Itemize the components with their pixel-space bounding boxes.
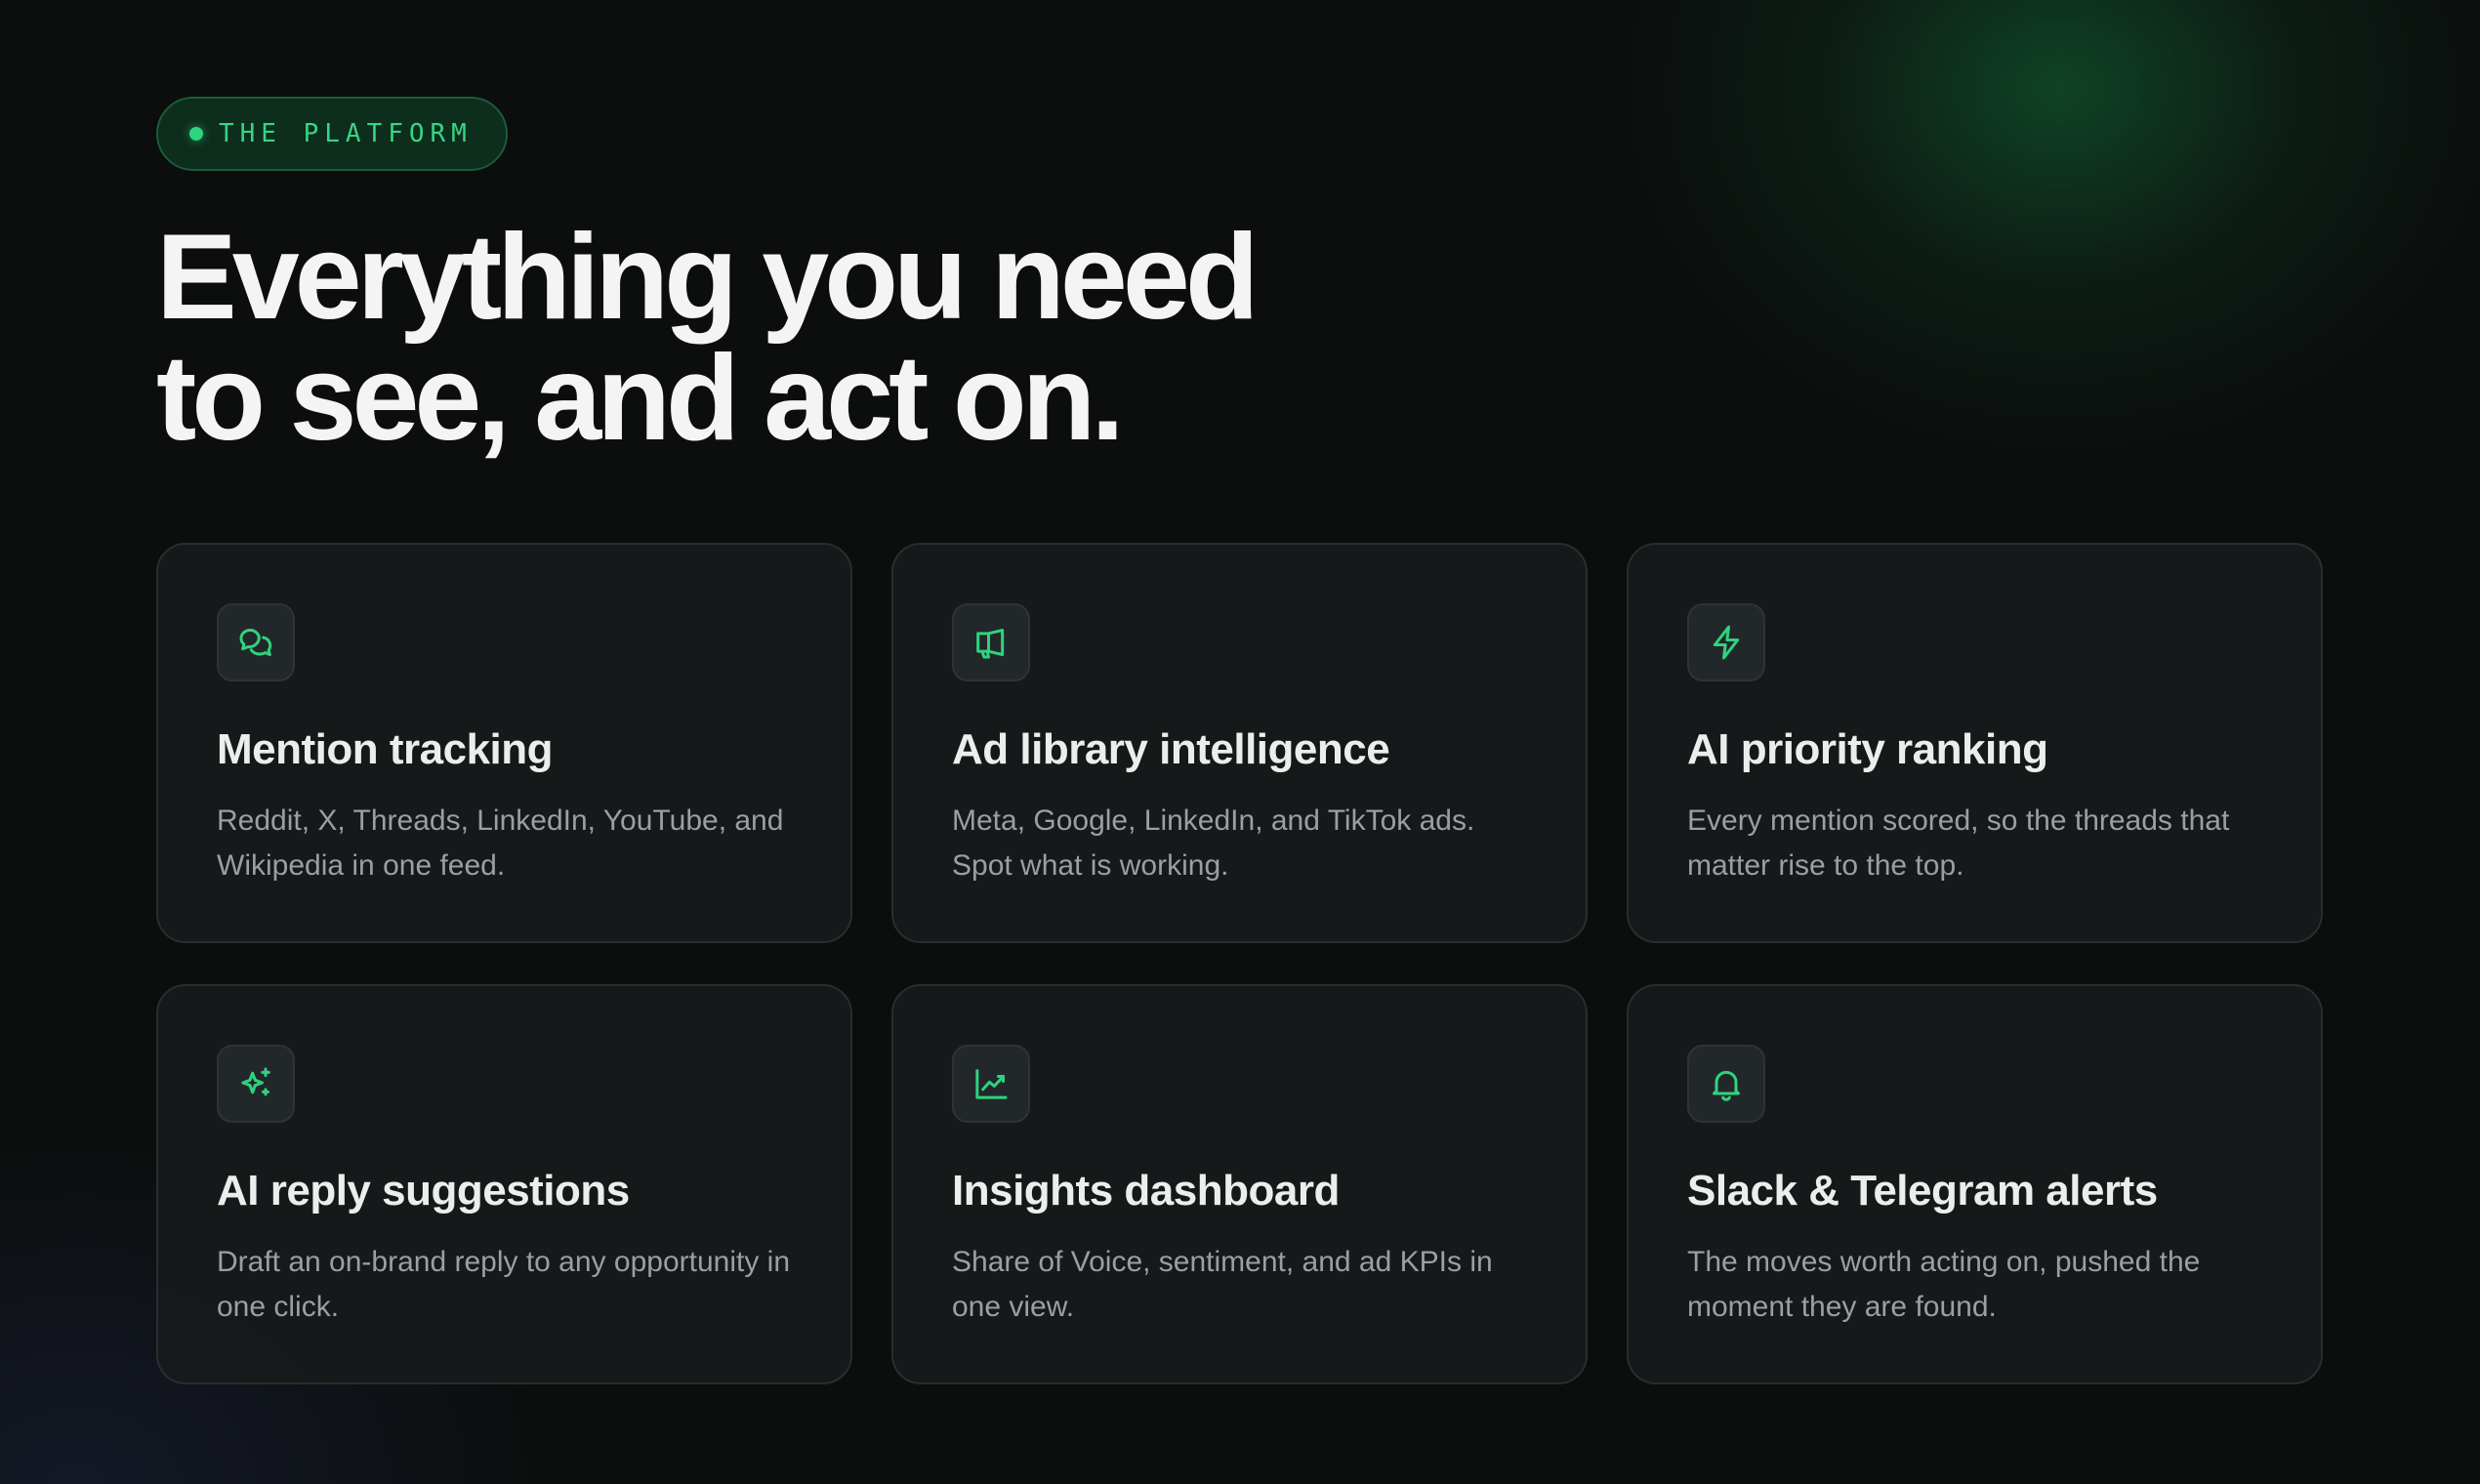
feature-description: Every mention scored, so the threads tha… (1687, 804, 2230, 882)
feature-card-ad-library: Ad library intelligence Meta, Google, Li… (891, 543, 1588, 943)
feature-card-alerts: Slack & Telegram alerts The moves worth … (1627, 984, 2323, 1384)
headline-line-1: Everything you need (156, 210, 1260, 345)
feature-card-priority-ranking: AI priority ranking Every mention scored… (1627, 543, 2323, 943)
feature-card-reply-suggestions: AI reply suggestions Draft an on-brand r… (156, 984, 852, 1384)
platform-section: THE PLATFORM Everything you need to see,… (0, 0, 2480, 1484)
feature-description: Share of Voice, sentiment, and ad KPIs i… (952, 1246, 1493, 1323)
feature-card-insights-dashboard: Insights dashboard Share of Voice, senti… (891, 984, 1588, 1384)
feature-title: Ad library intelligence (952, 725, 1390, 773)
trend-chart-icon (952, 1045, 1030, 1123)
feature-card-mention-tracking: Mention tracking Reddit, X, Threads, Lin… (156, 543, 852, 943)
chat-bubbles-icon (217, 603, 295, 681)
feature-grid: Mention tracking Reddit, X, Threads, Lin… (156, 543, 2324, 1384)
section-badge: THE PLATFORM (156, 97, 508, 171)
feature-description: The moves worth acting on, pushed the mo… (1687, 1246, 2201, 1323)
status-dot-icon (189, 127, 203, 141)
lightning-bolt-icon (1687, 603, 1765, 681)
feature-title: AI reply suggestions (217, 1167, 630, 1215)
feature-description: Meta, Google, LinkedIn, and TikTok ads. … (952, 804, 1475, 882)
feature-description: Reddit, X, Threads, LinkedIn, YouTube, a… (217, 804, 784, 882)
feature-title: AI priority ranking (1687, 725, 2048, 773)
feature-title: Slack & Telegram alerts (1687, 1167, 2158, 1215)
feature-title: Insights dashboard (952, 1167, 1340, 1215)
feature-description: Draft an on-brand reply to any opportuni… (217, 1246, 791, 1323)
bell-icon (1687, 1045, 1765, 1123)
megaphone-icon (952, 603, 1030, 681)
badge-label: THE PLATFORM (219, 119, 473, 148)
sparkles-icon (217, 1045, 295, 1123)
page-title: Everything you need to see, and act on. (156, 210, 1260, 466)
feature-title: Mention tracking (217, 725, 554, 773)
headline-line-2: to see, and act on. (156, 331, 1125, 466)
